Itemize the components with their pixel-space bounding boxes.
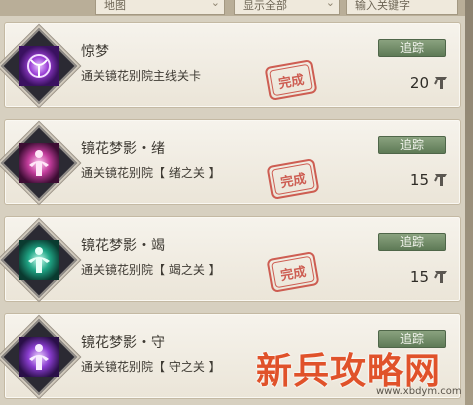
track-button[interactable]: 追踪	[378, 136, 446, 154]
completed-stamp: 完成	[266, 158, 320, 200]
quest-desc: 通关镜花别院【 守之关 】	[81, 360, 221, 374]
reward-token-icon	[434, 174, 447, 186]
show-filter-label: 显示全部	[243, 0, 287, 12]
reward: 20	[410, 73, 448, 93]
pink-figure-icon	[0, 124, 78, 202]
watermark-url: www.xbdym.com	[376, 386, 462, 397]
map-filter-label: 地图	[104, 0, 126, 12]
reward: 15	[410, 170, 448, 190]
chevron-down-icon: ⌄	[210, 0, 220, 9]
reward-amount: 15	[409, 268, 429, 286]
quest-title: 镜花梦影・竭	[81, 238, 165, 254]
reward-token-icon	[434, 77, 447, 89]
quest-desc: 通关镜花别院【 竭之关 】	[81, 263, 221, 277]
reward: 15	[410, 267, 448, 287]
quest-card[interactable]: 镜花梦影・竭 通关镜花别院【 竭之关 】 追踪 完成 15	[0, 216, 461, 302]
watermark: 新兵攻略网 www.xbdym.com	[256, 342, 466, 402]
reward-amount: 15	[409, 171, 429, 189]
reward-amount: 20	[409, 74, 429, 92]
quest-card[interactable]: 镜花梦影・绪 通关镜花别院【 绪之关 】 追踪 完成 15	[0, 119, 461, 205]
quest-desc: 通关镜花别院主线关卡	[81, 69, 202, 83]
quest-desc: 通关镜花别院【 绪之关 】	[81, 166, 221, 180]
quest-title: 惊梦	[81, 44, 109, 60]
search-placeholder: 输入关键字	[355, 0, 410, 12]
track-button[interactable]: 追踪	[378, 39, 446, 57]
completed-stamp: 完成	[264, 59, 318, 101]
quest-title: 镜花梦影・绪	[81, 141, 165, 157]
teal-figure-icon	[0, 221, 78, 299]
purple-orb-icon	[0, 27, 78, 105]
chevron-down-icon: ⌄	[325, 0, 335, 9]
completed-stamp: 完成	[266, 251, 320, 293]
show-filter-dropdown[interactable]: 显示全部 ⌄	[234, 0, 340, 15]
violet-figure-icon	[0, 318, 78, 396]
search-input[interactable]: 输入关键字	[346, 0, 458, 15]
filter-bar: 地图 ⌄ 显示全部 ⌄ 输入关键字	[0, 0, 473, 16]
quest-card[interactable]: 惊梦 通关镜花别院主线关卡 追踪 完成 20	[0, 22, 461, 108]
track-button[interactable]: 追踪	[378, 233, 446, 251]
map-filter-dropdown[interactable]: 地图 ⌄	[95, 0, 225, 15]
reward-token-icon	[434, 271, 447, 283]
quest-title: 镜花梦影・守	[81, 335, 165, 351]
scrollbar[interactable]	[465, 0, 473, 405]
